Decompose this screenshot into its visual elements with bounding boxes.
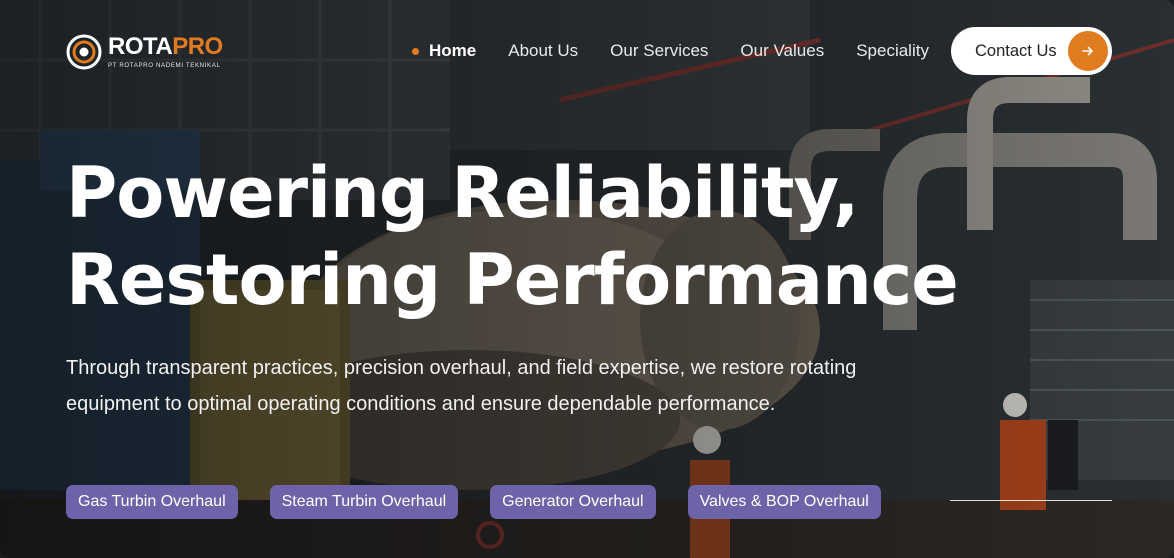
brand-name-accent: PRO (172, 33, 223, 60)
brand-wordmark: ROTAPRO PT ROTAPRO NADEMI TEKNIKAL (108, 35, 223, 70)
contact-us-label: Contact Us (975, 41, 1057, 60)
hero-headline-line-1: Powering Reliability, (66, 152, 859, 234)
service-chip-steam-turbin-overhaul[interactable]: Steam Turbin Overhaul (269, 485, 459, 519)
service-chip-generator-overhaul[interactable]: Generator Overhaul (490, 485, 656, 519)
brand-subtitle: PT ROTAPRO NADEMI TEKNIKAL (108, 62, 221, 69)
nav-item-speciality[interactable]: Speciality (856, 40, 929, 62)
hero-description: Through transparent practices, precision… (66, 357, 857, 415)
main-menu: Home About Us Our Services Our Values Sp… (412, 40, 961, 62)
brand-name-primary: ROTA (108, 33, 173, 60)
hero-headline: Powering Reliability, Restoring Performa… (66, 150, 959, 324)
nav-item-about-us[interactable]: About Us (508, 40, 578, 62)
top-navigation: ROTAPRO PT ROTAPRO NADEMI TEKNIKAL Home … (0, 0, 1174, 100)
service-chips: Gas Turbin Overhaul Steam Turbin Overhau… (66, 485, 881, 519)
contact-us-button[interactable]: Contact Us (951, 27, 1112, 75)
nav-item-our-values[interactable]: Our Values (740, 40, 824, 62)
rotapro-logo-icon (66, 34, 102, 70)
brand-name: ROTAPRO (108, 35, 223, 59)
arrow-right-icon (1068, 31, 1108, 71)
nav-item-our-services[interactable]: Our Services (610, 40, 708, 62)
hero-headline-line-2: Restoring Performance (66, 239, 959, 321)
service-chip-valves-bop-overhaul[interactable]: Valves & BOP Overhaul (687, 485, 881, 519)
service-chip-gas-turbin-overhaul[interactable]: Gas Turbin Overhaul (66, 485, 238, 519)
nav-item-home[interactable]: Home (412, 40, 476, 62)
brand-logo[interactable]: ROTAPRO PT ROTAPRO NADEMI TEKNIKAL (66, 34, 223, 70)
hero-section: ROTAPRO PT ROTAPRO NADEMI TEKNIKAL Home … (0, 0, 1174, 558)
divider-line (950, 500, 1112, 501)
